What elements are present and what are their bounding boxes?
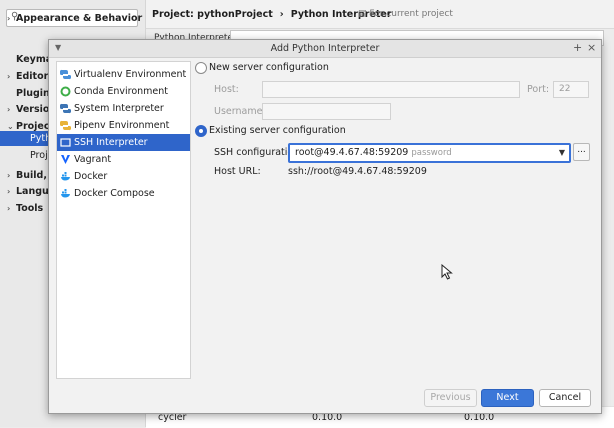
chevron-right-icon[interactable]: › [7,204,16,213]
breadcrumb: Project: pythonProject › Python Interprete… [152,9,392,20]
dialog-title: Add Python Interpreter [270,43,380,54]
host-url-value: ssh://root@49.4.67.48:59209 [288,166,427,177]
previous-button[interactable]: Previous [424,389,477,407]
interpreter-type-label: Docker Compose [74,188,155,199]
dialog-title-bar[interactable]: ▼ Add Python Interpreter + × [49,40,601,58]
tree-item-label: Editor [16,71,49,82]
chevron-right-icon[interactable]: › [7,187,16,196]
host-input[interactable] [262,81,520,98]
interpreter-type-label: SSH Interpreter [74,137,148,148]
ssh-configuration-value: root@49.4.67.48:59209 [295,147,409,158]
existing-server-config-radio[interactable] [195,125,207,137]
username-input[interactable] [262,103,391,120]
document-icon: ▤ [358,9,367,19]
close-icon[interactable]: × [587,41,596,54]
interpreter-type-item[interactable]: Docker Compose [57,185,190,202]
interpreter-type-label: Vagrant [74,154,112,165]
interpreter-type-item[interactable]: Pipenv Environment [57,117,190,134]
port-input[interactable]: 22 [553,81,589,98]
interpreter-type-item[interactable]: System Interpreter [57,100,190,117]
breadcrumb-project[interactable]: Project: pythonProject [152,9,273,20]
interpreter-type-label: System Interpreter [74,103,164,114]
maximize-icon[interactable]: + [573,41,582,54]
docker-compose-icon [61,189,70,198]
new-server-config-radio[interactable] [195,62,207,74]
docker-icon [61,172,70,181]
browse-ssh-config-button[interactable]: ... [573,143,590,161]
existing-server-config-label[interactable]: Existing server configuration [209,125,346,136]
port-value: 22 [559,84,571,94]
ssh-auth-hint: password [411,148,452,158]
pipenv-icon [60,120,71,131]
tree-item-label: Appearance & Behavior [16,13,143,24]
next-button[interactable]: Next [481,389,534,407]
username-label: Username: [214,106,266,117]
python-icon [60,103,71,114]
for-current-project-label: ▤ For current project [358,9,453,19]
host-label: Host: [214,84,239,95]
interpreter-type-label: Virtualenv Environment [74,69,187,80]
mouse-cursor-icon [441,264,453,280]
vagrant-icon [61,155,70,164]
port-label: Port: [527,84,550,95]
interpreter-type-list: Virtualenv Environment Conda Environment S… [56,61,191,379]
conda-icon [60,86,71,97]
new-server-config-label[interactable]: New server configuration [209,62,329,73]
chevron-right-icon[interactable]: › [7,14,16,23]
interpreter-type-label: Docker [74,171,108,182]
interpreter-type-label: Conda Environment [74,86,168,97]
ssh-configuration-select[interactable]: root@49.4.67.48:59209 password ▼ [288,143,571,163]
ssh-icon [60,138,71,147]
for-current-project-text: For current project [369,9,453,19]
tree-item[interactable]: › Appearance & Behavior [7,13,142,24]
breadcrumb-separator: › [279,9,284,20]
chevron-right-icon[interactable]: › [7,72,16,81]
host-url-label: Host URL: [214,166,261,177]
tree-item-label: Tools [16,203,44,214]
interpreter-type-item[interactable]: SSH Interpreter [57,134,190,151]
tree-item[interactable]: › Tools [7,203,43,214]
chevron-down-icon[interactable]: ▼ [559,148,565,157]
interpreter-type-item[interactable]: Vagrant [57,151,190,168]
chevron-down-icon[interactable]: ⌄ [7,122,16,131]
cancel-button[interactable]: Cancel [539,389,591,407]
interpreter-type-item[interactable]: Virtualenv Environment [57,66,190,83]
chevron-right-icon[interactable]: › [7,105,16,114]
interpreter-type-item[interactable]: Docker [57,168,190,185]
tree-item[interactable]: › Editor [7,71,48,82]
interpreter-type-item[interactable]: Conda Environment [57,83,190,100]
interpreter-type-label: Pipenv Environment [74,120,170,131]
virtualenv-icon [60,69,71,80]
chevron-right-icon[interactable]: › [7,171,16,180]
